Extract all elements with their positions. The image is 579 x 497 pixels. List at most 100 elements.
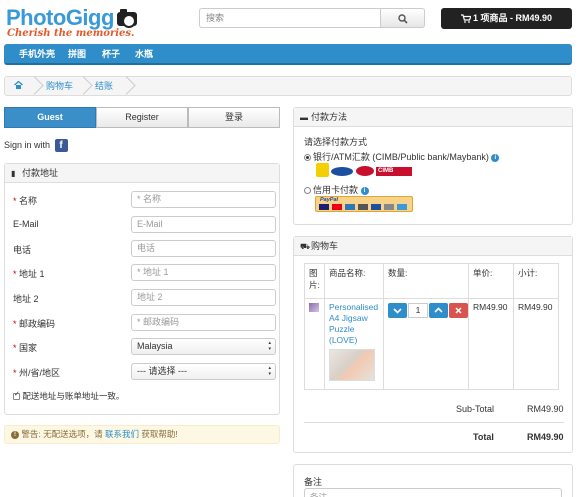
notes-panel: 备注 备注 — [293, 464, 573, 497]
tab-login[interactable]: 登录 — [188, 107, 280, 128]
total-label: Total — [473, 432, 494, 442]
cimb-logo: CIMB — [376, 167, 412, 176]
credit-card-option[interactable]: 信用卡付款 i — [304, 183, 369, 196]
col-header-qty: 数量: — [383, 263, 469, 299]
subtotal-label: Sub-Total — [456, 404, 495, 414]
info-icon[interactable]: i — [360, 186, 369, 195]
product-image[interactable] — [329, 349, 375, 381]
public-bank-logo — [331, 167, 353, 176]
search-input[interactable]: 搜索 — [199, 8, 381, 28]
payment-method-panel: ▬ 付款方法 请选择付款方式 银行/ATM汇款 (CIMB/Public bank… — [293, 107, 573, 225]
same-address-checkbox[interactable]: ✓ — [13, 391, 20, 401]
field-label: 地址 2 — [13, 294, 39, 304]
search-icon — [398, 14, 408, 24]
same-address-label: 配送地址与账单地址一致。 — [22, 391, 125, 401]
camera-icon — [117, 9, 137, 28]
phone-input[interactable]: 电话 — [131, 240, 276, 257]
facebook-icon[interactable]: f — [54, 139, 68, 153]
cart-item-name-cell: Personalised A4 Jigsaw Puzzle (LOVE) — [324, 298, 384, 390]
maybank-logo — [316, 163, 329, 177]
col-header-price: 单价: — [468, 263, 514, 299]
warning-icon: ! — [11, 430, 19, 439]
payment-prompt: 请选择付款方式 — [304, 137, 368, 147]
bank-transfer-option[interactable]: 银行/ATM汇款 (CIMB/Public bank/Maybank) i — [304, 150, 500, 163]
breadcrumb: 购物车 结账 — [4, 76, 572, 96]
warning-text-suffix: 获取帮助! — [141, 429, 178, 439]
field-address1: * 地址 1 * 地址 1 — [13, 264, 277, 282]
home-icon[interactable] — [14, 77, 23, 95]
panel-heading: ▮ 付款地址 — [5, 164, 279, 183]
breadcrumb-separator — [122, 77, 130, 95]
field-label: 电话 — [13, 245, 32, 255]
paypal-badge: PayPal — [315, 196, 413, 212]
address2-input[interactable]: 地址 2 — [131, 289, 276, 306]
info-icon[interactable]: i — [491, 153, 500, 162]
menu-item-bottles[interactable]: 水瓶 — [135, 44, 153, 63]
bank-transfer-radio[interactable] — [304, 154, 311, 162]
postcode-input[interactable]: * 邮政编码 — [131, 314, 276, 331]
field-label: * 名称 — [13, 196, 38, 206]
cart-summary-button[interactable]: 1 项商品 - RM49.90 — [441, 8, 572, 29]
notes-label: 备注 — [304, 477, 323, 487]
payment-method-title: 付款方法 — [311, 112, 348, 122]
bank-logo — [356, 166, 374, 176]
breadcrumb-separator — [79, 77, 87, 95]
main-menu: 手机外壳 拼图 杯子 水瓶 — [4, 44, 572, 65]
field-label: E-Mail — [13, 219, 39, 229]
book-icon: ▮ — [11, 169, 16, 178]
panel-heading: ▬ 付款方法 — [294, 108, 572, 127]
cart-summary-text: 1 项商品 - RM49.90 — [473, 13, 553, 23]
email-input[interactable]: E-Mail — [131, 216, 276, 233]
cart-item-qty-cell: 1 — [383, 298, 469, 390]
bank-logos: CIMB — [316, 163, 446, 179]
product-name-link[interactable]: Personalised A4 Jigsaw Puzzle (LOVE) — [329, 302, 379, 346]
field-phone: 电话 电话 — [13, 240, 277, 258]
credit-card-radio[interactable] — [304, 187, 311, 195]
same-address-row: ✓ 配送地址与账单地址一致。 — [13, 390, 124, 402]
qty-decrease-button[interactable] — [388, 303, 407, 318]
social-signin: Sign in with f — [4, 139, 68, 153]
state-select[interactable]: --- 请选择 --- — [131, 363, 276, 380]
field-label: * 国家 — [13, 343, 38, 353]
menu-item-puzzles[interactable]: 拼图 — [68, 44, 86, 63]
product-thumb-icon — [309, 303, 319, 312]
remove-item-button[interactable] — [449, 303, 468, 318]
cart-item-price-cell: RM49.90 — [468, 298, 514, 390]
breadcrumb-cart[interactable]: 购物车 — [46, 77, 73, 95]
total-value: RM49.90 — [527, 432, 564, 442]
menu-item-phone-cases[interactable]: 手机外壳 — [19, 44, 55, 63]
name-input[interactable]: * 名称 — [131, 191, 276, 208]
field-address2: 地址 2 地址 2 — [13, 289, 277, 307]
field-label: * 州/省/地区 — [13, 368, 61, 378]
cart-item-subtotal-cell: RM49.90 — [513, 298, 559, 390]
contact-us-link[interactable]: 联系我们 — [105, 429, 139, 439]
col-header-name: 商品名称: — [324, 263, 384, 299]
billing-address-title: 付款地址 — [22, 168, 59, 178]
paypal-logo: PayPal — [320, 197, 339, 203]
menu-item-mugs[interactable]: 杯子 — [102, 44, 120, 63]
field-label: * 邮政编码 — [13, 319, 56, 329]
notes-textarea[interactable]: 备注 — [304, 488, 562, 497]
signin-label: Sign in with — [4, 140, 51, 150]
qty-increase-button[interactable] — [429, 303, 448, 318]
field-state: * 州/省/地区 --- 请选择 --- — [13, 363, 277, 381]
quantity-input[interactable]: 1 — [408, 303, 428, 318]
tab-register[interactable]: Register — [96, 107, 188, 128]
credit-card-icon: ▬ — [300, 113, 308, 122]
address1-input[interactable]: * 地址 1 — [131, 264, 276, 281]
credit-card-label: 信用卡付款 — [313, 185, 359, 195]
breadcrumb-checkout[interactable]: 结账 — [95, 77, 113, 95]
logo-tagline: Cherish the memories. — [7, 28, 135, 39]
cart-icon — [461, 14, 471, 23]
site-logo[interactable]: PhotoGigg Cherish the memories. — [6, 7, 137, 40]
tab-guest[interactable]: Guest — [4, 107, 96, 128]
totals-divider — [304, 422, 564, 423]
breadcrumb-separator — [30, 77, 38, 95]
subtotal-value: RM49.90 — [527, 404, 564, 414]
field-label: * 地址 1 — [13, 269, 45, 279]
shipping-warning-alert: ! 警告: 无配送选项，请 联系我们 获取帮助! — [4, 425, 280, 444]
col-header-subtotal: 小计: — [513, 263, 559, 299]
country-select[interactable]: Malaysia — [131, 338, 276, 355]
field-postcode: * 邮政编码 * 邮政编码 — [13, 314, 277, 332]
search-button[interactable] — [381, 8, 425, 28]
